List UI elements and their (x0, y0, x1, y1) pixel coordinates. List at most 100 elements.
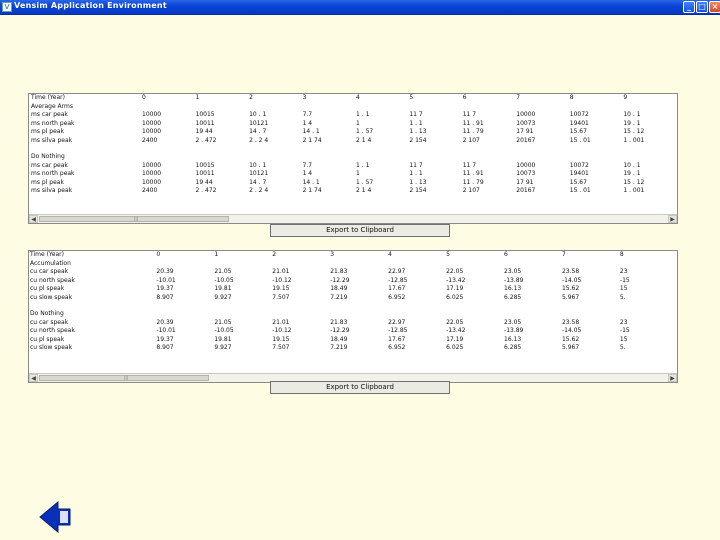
row-label: cu north speak (30, 327, 75, 334)
scroll-thumb-2[interactable]: ||| (39, 375, 209, 381)
table-row: cu car speak 20.39 21.05 21.01 21.83 22.97 22.… (29, 268, 677, 277)
table-cell: 10000 (142, 161, 162, 169)
table-cell: 15 . 01 (569, 136, 591, 144)
table-cell: 11 . 91 (462, 119, 484, 127)
table-cell (356, 145, 409, 153)
table-cell: 2 107 (462, 187, 480, 194)
table-header-row: Time (Year) 0 1 2 3 4 5 6 7 8 (29, 251, 677, 260)
table-cell: 11 . 79 (462, 178, 484, 186)
table-cell (620, 260, 677, 269)
results-table-1[interactable]: Time (Year) 0 1 2 3 4 5 6 7 8 9 Average Arms ms car … (28, 93, 678, 224)
table-cell: 9.927 (214, 344, 232, 351)
table-cell (272, 260, 330, 269)
table-cell: 6.025 (446, 344, 464, 351)
scroll-right-icon[interactable]: ▶ (668, 374, 677, 382)
table-cell: 10011 (195, 170, 215, 177)
grip-icon: ||| (134, 216, 139, 221)
column-header-time: Time (Year) (30, 251, 64, 258)
table-row: cu slow speak 8.907 9.927 7.507 7.219 6.952 6.… (29, 344, 677, 353)
table-row: ms north peak 10000 10011 10121 1 4 1 1 . 1 11 … (29, 120, 677, 129)
maximize-button[interactable]: □ (696, 1, 708, 13)
table-cell (356, 153, 409, 162)
table-cell: 22.97 (388, 268, 406, 275)
table-cell: 19 . 1 (623, 170, 641, 177)
table-cell: 15 . 12 (623, 128, 645, 135)
table-cell: 21.83 (330, 318, 348, 326)
table-cell (272, 302, 330, 310)
table-cell (562, 260, 620, 269)
table-cell (504, 260, 562, 269)
table-cell: 10000 (142, 119, 162, 127)
table-cell (388, 310, 446, 319)
table-cell: 18.49 (330, 285, 348, 292)
table-cell: 1 . 1 (356, 111, 370, 118)
table-cell: 22.05 (446, 318, 464, 326)
table-cell (156, 310, 214, 319)
data-table-2: Time (Year) 0 1 2 3 4 5 6 7 8 Accumulation cu car s… (29, 251, 677, 353)
table-cell: 14 . 1 (302, 128, 320, 135)
table-cell: 11 . 79 (462, 128, 484, 135)
row-label (29, 302, 156, 310)
table-cell: 10073 (516, 119, 536, 127)
table-cell: 10121 (249, 170, 269, 177)
table-cell: 7.219 (330, 344, 348, 351)
scroll-right-icon[interactable]: ▶ (668, 215, 677, 223)
table-cell: 7.7 (302, 161, 313, 169)
close-button[interactable]: × (709, 1, 720, 13)
table-cell: 21.83 (330, 268, 348, 275)
table-cell (623, 145, 677, 153)
table-cell: 1 (356, 170, 360, 177)
table-row: cu north speak -10.01 -10.05 -10.12 -12.29 -1… (29, 327, 677, 336)
row-label: Average Arms (31, 102, 73, 110)
table-cell: 17.67 (388, 335, 406, 343)
results-table-2[interactable]: Time (Year) 0 1 2 3 4 5 6 7 8 Accumulation cu car s… (28, 250, 678, 383)
scroll-thumb-1[interactable]: ||| (39, 216, 229, 222)
table-row: Do Nothing (29, 310, 677, 319)
table-cell (330, 310, 388, 319)
grip-icon: ||| (124, 375, 129, 380)
table-cell: 23.05 (504, 318, 522, 326)
table-row: cu slow speak 8.907 9.927 7.507 7.219 6.952 6.… (29, 294, 677, 303)
column-header: 5 (446, 251, 450, 258)
export-to-clipboard-button-2[interactable]: Export to Clipboard (270, 381, 450, 394)
column-header: 9 (623, 94, 628, 101)
column-header: 2 (272, 251, 277, 258)
table-cell: 2 . 472 (195, 136, 217, 144)
vensim-app-icon[interactable]: V (2, 2, 12, 12)
column-header: 0 (156, 251, 161, 258)
row-label: cu north speak (30, 276, 75, 284)
table-cell: 10 . 1 (623, 161, 641, 169)
table-cell: 22.05 (446, 268, 464, 275)
table-cell: 2 1 4 (356, 136, 372, 144)
export-to-clipboard-button-1[interactable]: Export to Clipboard (270, 224, 450, 237)
row-label: ms pl peak (31, 128, 64, 135)
table-cell: 2400 (142, 187, 158, 194)
table-cell: -14.05 (561, 276, 582, 284)
minimize-button[interactable]: _ (683, 1, 695, 13)
scroll-left-icon[interactable]: ◀ (29, 215, 38, 223)
table-cell: 2 154 (409, 187, 427, 194)
table-cell: 15.67 (569, 128, 587, 135)
table-cell: 10073 (516, 170, 536, 177)
table-cell: 14 . 1 (302, 178, 320, 186)
table-cell: 8.907 (156, 293, 174, 301)
table-cell: -15 (619, 327, 630, 334)
column-header: 7 (561, 251, 566, 258)
scroll-left-icon[interactable]: ◀ (29, 374, 38, 382)
column-header: 1 (214, 251, 219, 258)
table-cell (388, 302, 446, 310)
table-cell: 6.025 (446, 293, 464, 301)
table-cell: 6.285 (504, 293, 522, 301)
table-cell: 22.97 (388, 318, 406, 326)
table-cell: 15 (619, 285, 628, 292)
row-label: cu slow speak (30, 344, 73, 351)
table-cell: 6.952 (388, 293, 406, 301)
horizontal-scrollbar-1[interactable]: ◀ ||| ▶ (29, 214, 677, 223)
back-arrow-icon[interactable] (38, 500, 74, 534)
table-cell: 19401 (569, 170, 589, 177)
table-cell: 19.81 (214, 335, 232, 343)
table-cell: 5.967 (561, 344, 580, 351)
table-cell: 19.37 (156, 285, 174, 292)
column-header: 3 (330, 251, 335, 258)
table-cell: 9.927 (214, 293, 232, 301)
